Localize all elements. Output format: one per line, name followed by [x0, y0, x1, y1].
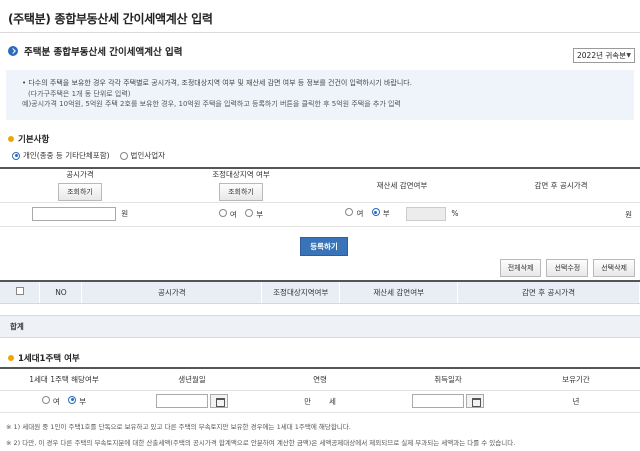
acquire-date-input[interactable] — [412, 394, 464, 408]
col-birth: 생년월일 — [128, 368, 256, 391]
col-one-house: 1세대 1주택 해당여부 — [0, 368, 128, 391]
sum-label: 합계 — [0, 315, 82, 338]
title-divider — [0, 32, 640, 33]
reduce-no-radio[interactable] — [371, 208, 380, 216]
chevron-down-icon: ▼ — [626, 52, 631, 59]
notice-box: • 다수의 주택을 보유한 경우 각각 주택별로 공시가격, 조정대상지역 여부… — [6, 70, 634, 120]
household-heading: 1세대1주택 여부 — [8, 352, 80, 364]
owner-type-radios: 개인(종중 등 기타단체포함) 법인사업자 — [12, 150, 165, 161]
col-after: 감면 후 공시가격 — [482, 168, 640, 203]
col-list-after: 감면 후 공시가격 — [457, 281, 640, 304]
unit-won: 원 — [121, 209, 129, 218]
notice-line: • 다수의 주택을 보유한 경우 각각 주택별로 공시가격, 조정대상지역 여부… — [22, 79, 412, 87]
radio-individual[interactable] — [12, 151, 20, 160]
radio-corporate[interactable] — [119, 151, 128, 160]
notice-line: (다가구주택은 1개 동 단위로 입력) — [28, 89, 131, 98]
unit-percent: % — [451, 209, 459, 218]
basic-heading: 기본사항 — [8, 133, 49, 145]
reduce-rate-input[interactable] — [406, 207, 447, 221]
bullet-icon — [8, 136, 14, 142]
col-list-reduce: 재산세 감면여부 — [339, 281, 459, 304]
edit-selected-button[interactable]: 선택수정 — [546, 259, 589, 277]
page-title: (주택분) 종합부동산세 간이세액계산 입력 — [8, 12, 213, 26]
col-reduce: 재산세 감면여부 — [322, 168, 482, 203]
unit-won: 원 — [625, 209, 632, 219]
col-list-price: 공시가격 — [81, 281, 263, 304]
house-list-table: NO 공시가격 조정대상지역여부 재산세 감면여부 감면 후 공시가격 합계 — [0, 280, 640, 338]
radio-corporate-label: 법인사업자 — [130, 151, 166, 160]
lookup-adjust-button[interactable]: 조회하기 — [219, 183, 263, 202]
one-house-no-radio[interactable] — [68, 395, 77, 404]
notice-line: 예)공시가격 10억원, 5억원 주택 2호를 보유한 경우, 10억원 주택을… — [22, 100, 401, 108]
calendar-icon[interactable] — [210, 394, 228, 408]
delete-selected-button[interactable]: 선택삭제 — [593, 259, 635, 277]
delete-all-button[interactable]: 전체삭제 — [499, 259, 542, 277]
lookup-price-button[interactable]: 조회하기 — [58, 183, 102, 202]
calendar-icon[interactable] — [466, 394, 484, 408]
household-table: 1세대 1주택 해당여부 생년월일 연령 취득일자 보유기간 여 부 만세 년 — [0, 367, 640, 413]
basic-info-table: 공시가격 조회하기 조정대상지역 여부 조회하기 재산세 감면여부 감면 후 공… — [0, 167, 640, 227]
reduce-yes-radio[interactable] — [345, 208, 354, 216]
section-heading-text: 주택분 종합부동산세 간이세액계산 입력 — [24, 47, 183, 58]
year-select-value: 2022년 귀속분 — [577, 51, 627, 60]
section-heading: 주택분 종합부동산세 간이세액계산 입력 — [8, 44, 183, 58]
col-price: 공시가격 조회하기 — [0, 168, 160, 203]
col-acquire: 취득일자 — [384, 368, 512, 391]
register-button[interactable]: 등록하기 — [300, 237, 348, 256]
adjust-yes-radio[interactable] — [218, 208, 227, 217]
footnote-1: ※ 1) 세대원 중 1인이 주택1호를 단독으로 보유하고 있고 다른 주택의… — [6, 423, 351, 431]
circle-arrow-icon — [8, 46, 18, 56]
col-age: 연령 — [256, 368, 384, 391]
bullet-icon — [8, 355, 14, 361]
col-no: NO — [39, 281, 83, 304]
select-all-checkbox[interactable] — [15, 287, 24, 296]
year-select[interactable]: 2022년 귀속분 ▼ — [573, 48, 635, 63]
col-period: 보유기간 — [512, 368, 640, 391]
col-list-adjust: 조정대상지역여부 — [261, 281, 341, 304]
footnote-2: ※ 2) 다만, 이 경우 다른 주택의 부속토지분에 대한 산출세액(주택의 … — [6, 439, 516, 447]
one-house-yes-radio[interactable] — [41, 395, 50, 404]
radio-individual-label: 개인(종중 등 기타단체포함) — [23, 151, 110, 160]
birth-date-input[interactable] — [156, 394, 208, 408]
price-input[interactable] — [31, 207, 116, 221]
action-buttons: 전체삭제 선택수정 선택삭제 — [499, 259, 635, 277]
adjust-no-radio[interactable] — [245, 208, 254, 217]
col-adjust: 조정대상지역 여부 조회하기 — [160, 168, 322, 203]
